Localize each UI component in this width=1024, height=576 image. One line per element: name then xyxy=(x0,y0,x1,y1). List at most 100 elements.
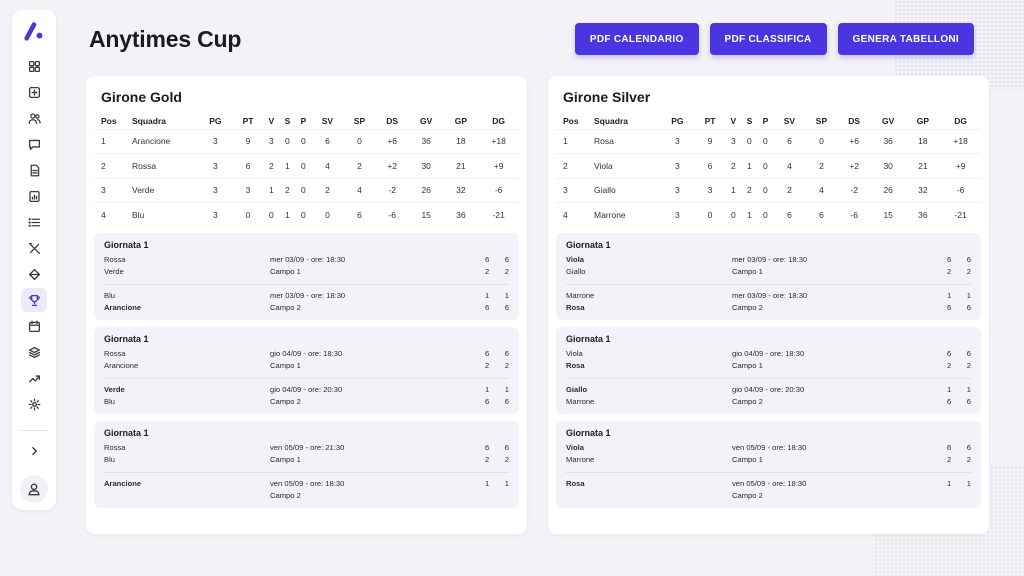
match-info: ven 05/09 - ore: 21:30 Campo 1 xyxy=(270,442,485,466)
rounds-list: Giornata 1 Rossa Verde mer 03/09 - ore: 18:… xyxy=(94,233,519,508)
home-set-score: 6 xyxy=(485,443,490,452)
user-avatar[interactable] xyxy=(20,475,48,503)
match-datetime: gio 04/09 - ore: 18:30 xyxy=(732,349,805,358)
table-row[interactable]: 1 Arancione 3 9 3 0 0 6 0 +6 36 18 +18 xyxy=(94,128,519,154)
column-header[interactable]: DS xyxy=(837,113,870,129)
column-header[interactable]: PT xyxy=(695,113,726,129)
table-cell: 6 xyxy=(694,153,726,178)
column-header[interactable]: V xyxy=(725,113,741,129)
match-scores: 6262 xyxy=(947,442,971,466)
generate-brackets-button[interactable]: GENERA TABELLONI xyxy=(837,23,974,55)
column-header[interactable]: DG xyxy=(478,113,519,129)
column-header[interactable]: PT xyxy=(233,113,264,129)
sidebar-item-diamond[interactable] xyxy=(21,262,47,286)
match-row[interactable]: Rossa Arancione gio 04/09 - ore: 18:30 Camp… xyxy=(104,348,509,372)
home-team: Verde xyxy=(104,385,125,394)
column-header[interactable]: GP xyxy=(444,113,479,129)
table-cell: 15 xyxy=(870,202,906,227)
match-row[interactable]: Rossa Blu ven 05/09 - ore: 21:30 Campo 1626… xyxy=(104,442,509,466)
column-header[interactable]: GV xyxy=(409,113,444,129)
home-set-score: 6 xyxy=(485,349,490,358)
table-cell: +18 xyxy=(940,128,981,154)
column-header[interactable]: PG xyxy=(660,113,695,129)
column-header[interactable]: SP xyxy=(805,113,837,129)
column-header[interactable]: Squadra xyxy=(594,113,660,129)
table-cell: 2 xyxy=(741,177,758,203)
table-row[interactable]: 3 Verde 3 3 1 2 0 2 4 -2 26 32 -6 xyxy=(94,177,519,203)
match-row[interactable]: Viola Marrone ven 05/09 - ore: 18:30 Campo … xyxy=(566,442,971,466)
table-cell: 0 xyxy=(741,128,758,154)
match-datetime: mer 03/09 - ore: 18:30 xyxy=(732,291,808,300)
column-header[interactable]: SP xyxy=(343,113,375,129)
match-teams: Viola Rosa xyxy=(566,348,732,372)
table-cell: 0 xyxy=(295,153,312,178)
expand-sidebar-button[interactable] xyxy=(21,439,47,463)
column-header[interactable]: S xyxy=(279,113,295,129)
table-row[interactable]: 2 Rossa 3 6 2 1 0 4 2 +2 30 21 +9 xyxy=(94,153,519,178)
sidebar-item-list[interactable] xyxy=(21,210,47,234)
sidebar-item-document[interactable] xyxy=(21,158,47,182)
sidebar-item-layers[interactable] xyxy=(21,340,47,364)
away-set-score: 6 xyxy=(947,303,952,312)
column-header[interactable]: GV xyxy=(871,113,906,129)
match-row[interactable]: Viola Giallo mer 03/09 - ore: 18:30 Campo 1… xyxy=(566,254,971,278)
column-header[interactable]: P xyxy=(295,113,311,129)
sidebar-item-trophy[interactable] xyxy=(21,288,47,312)
table-cell: 2 xyxy=(263,153,280,178)
column-header[interactable]: PG xyxy=(198,113,233,129)
table-cell: 0 xyxy=(757,128,774,154)
sidebar-item-report[interactable] xyxy=(21,184,47,208)
column-header[interactable]: V xyxy=(263,113,279,129)
pdf-standings-button[interactable]: PDF CLASSIFICA xyxy=(709,23,827,55)
column-header[interactable]: GP xyxy=(906,113,941,129)
pdf-calendar-button[interactable]: PDF CALENDARIO xyxy=(574,23,699,55)
match-teams: Blu Arancione xyxy=(104,290,270,314)
table-cell: 4 xyxy=(773,153,806,178)
users-icon xyxy=(28,112,41,124)
column-header[interactable]: S xyxy=(741,113,757,129)
table-cell: -6 xyxy=(375,202,409,227)
trophy-icon xyxy=(28,294,40,306)
home-set-score: 1 xyxy=(485,291,490,300)
table-cell: 0 xyxy=(295,202,312,227)
sidebar-item-chat[interactable] xyxy=(21,132,47,156)
sidebar-item-settings[interactable] xyxy=(21,392,47,416)
match-datetime: ven 05/09 - ore: 18:30 xyxy=(732,443,807,452)
column-header[interactable]: P xyxy=(757,113,773,129)
match-field: Campo 1 xyxy=(732,361,763,370)
match-row[interactable]: Viola Rosa gio 04/09 - ore: 18:30 Campo 162… xyxy=(566,348,971,372)
table-row[interactable]: 4 Marrone 3 0 0 1 0 6 6 -6 15 36 -21 xyxy=(556,202,981,227)
sidebar-item-add[interactable] xyxy=(21,80,47,104)
match-row[interactable]: Verde Blu gio 04/09 - ore: 20:30 Campo 2161… xyxy=(104,378,509,408)
match-row[interactable]: Blu Arancione mer 03/09 - ore: 18:30 Campo … xyxy=(104,284,509,314)
match-row[interactable]: Giallo Marrone gio 04/09 - ore: 20:30 Campo… xyxy=(566,378,971,408)
home-set-score: 1 xyxy=(504,479,509,488)
sidebar-item-calendar[interactable] xyxy=(21,314,47,338)
column-header[interactable]: DG xyxy=(940,113,981,129)
table-cell: 3 xyxy=(660,202,695,227)
column-header[interactable]: Pos xyxy=(94,113,132,129)
app-logo-icon[interactable] xyxy=(21,18,47,44)
column-header[interactable]: DS xyxy=(375,113,408,129)
match-row[interactable]: Arancione ven 05/09 - ore: 18:30 Campo 211 xyxy=(104,472,509,502)
table-row[interactable]: 4 Blu 3 0 0 1 0 0 6 -6 15 36 -21 xyxy=(94,202,519,227)
set-score-column: 1 xyxy=(967,478,971,502)
match-row[interactable]: Rosa ven 05/09 - ore: 18:30 Campo 211 xyxy=(566,472,971,502)
sidebar-item-trending[interactable] xyxy=(21,366,47,390)
sidebar-item-users[interactable] xyxy=(21,106,47,130)
table-row[interactable]: 1 Rosa 3 9 3 0 0 6 0 +6 36 18 +18 xyxy=(556,128,981,154)
match-row[interactable]: Rossa Verde mer 03/09 - ore: 18:30 Campo 1 6… xyxy=(104,254,509,278)
table-cell: 36 xyxy=(443,202,479,227)
column-header[interactable]: SV xyxy=(311,113,343,129)
column-header[interactable]: Squadra xyxy=(132,113,198,129)
sidebar-item-tools[interactable] xyxy=(21,236,47,260)
table-row[interactable]: 2 Viola 3 6 2 1 0 4 2 +2 30 21 +9 xyxy=(556,153,981,178)
match-row[interactable]: Marrone Rosa mer 03/09 - ore: 18:30 Campo 2… xyxy=(566,284,971,314)
column-header[interactable]: Pos xyxy=(556,113,594,129)
away-team: Blu xyxy=(104,455,115,464)
away-set-score: 6 xyxy=(947,397,952,406)
sidebar-item-dashboard[interactable] xyxy=(21,54,47,78)
column-header[interactable]: SV xyxy=(773,113,805,129)
table-cell: 15 xyxy=(408,202,444,227)
table-row[interactable]: 3 Giallo 3 3 1 2 0 2 4 -2 26 32 -6 xyxy=(556,177,981,203)
